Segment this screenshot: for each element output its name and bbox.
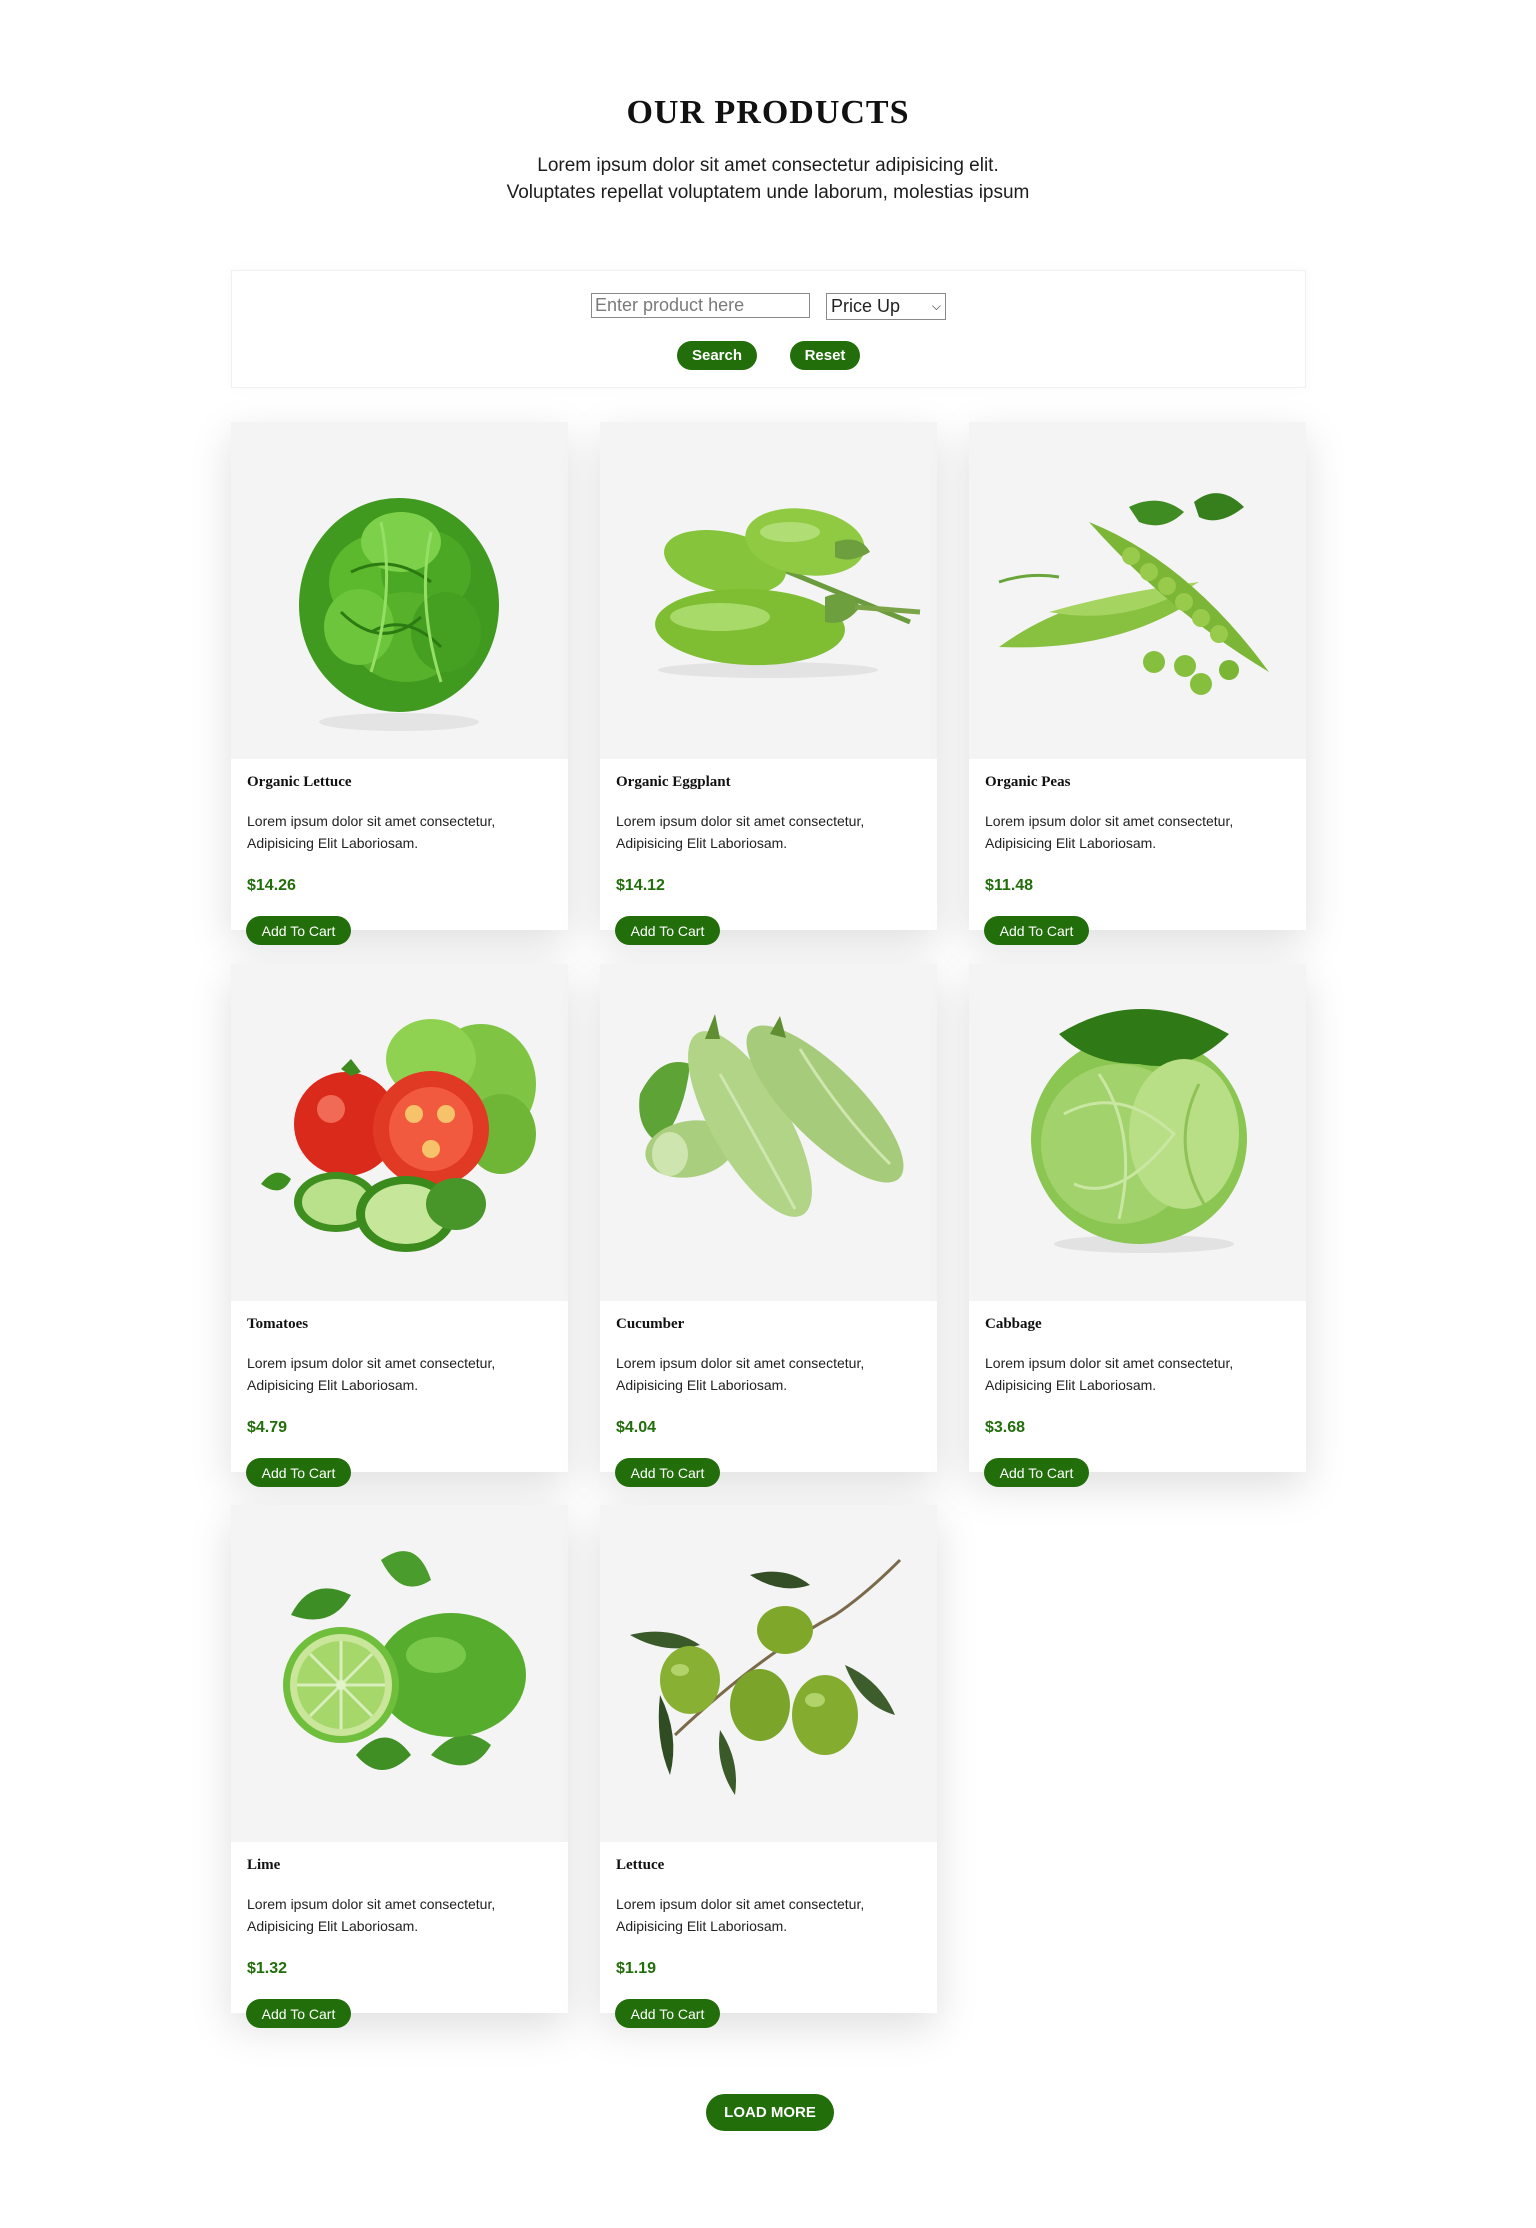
page-subtitle: Lorem ipsum dolor sit amet consectetur a… (0, 152, 1536, 206)
product-name: Cabbage (985, 1316, 1042, 1332)
product-card: Cabbage Lorem ipsum dolor sit amet conse… (969, 964, 1306, 1487)
description-line: Adipisicing Elit Laboriosam. (616, 1377, 788, 1393)
product-card: Organic Eggplant Lorem ipsum dolor sit a… (600, 422, 937, 945)
load-more-button[interactable]: LOAD MORE (706, 2094, 834, 2131)
product-description: Lorem ipsum dolor sit amet consectetur, … (616, 1352, 926, 1396)
product-image-cabbage (969, 964, 1306, 1301)
product-name: Lettuce (616, 1857, 665, 1873)
product-description: Lorem ipsum dolor sit amet consectetur, … (985, 1352, 1295, 1396)
product-description: Lorem ipsum dolor sit amet consectetur, … (985, 810, 1295, 854)
description-line: Lorem ipsum dolor sit amet consectetur, (247, 813, 496, 829)
product-price: $3.68 (985, 1419, 1026, 1436)
product-description: Lorem ipsum dolor sit amet consectetur, … (247, 810, 557, 854)
description-line: Lorem ipsum dolor sit amet consectetur, (616, 813, 865, 829)
description-line: Adipisicing Elit Laboriosam. (985, 835, 1157, 851)
product-card: Lettuce Lorem ipsum dolor sit amet conse… (600, 1505, 937, 2028)
description-line: Adipisicing Elit Laboriosam. (247, 1918, 419, 1934)
product-name: Tomatoes (247, 1316, 309, 1332)
description-line: Lorem ipsum dolor sit amet consectetur, (985, 1355, 1234, 1371)
product-price: $4.79 (247, 1419, 288, 1436)
description-line: Adipisicing Elit Laboriosam. (247, 1377, 419, 1393)
sort-selected-value: Price Up (831, 296, 901, 316)
product-price: $4.04 (616, 1419, 657, 1436)
filter-panel: Price Up ⌵ Search Reset (231, 270, 1306, 388)
product-name: Cucumber (616, 1316, 685, 1332)
product-card: Lime Lorem ipsum dolor sit amet consecte… (231, 1505, 568, 2028)
product-name: Organic Lettuce (247, 774, 352, 790)
description-line: Adipisicing Elit Laboriosam. (616, 835, 788, 851)
description-line: Lorem ipsum dolor sit amet consectetur, (247, 1896, 496, 1912)
add-to-cart-button[interactable]: Add To Cart (246, 1999, 351, 2028)
description-line: Adipisicing Elit Laboriosam. (616, 1918, 788, 1934)
product-image-lime (231, 1505, 568, 1842)
product-price: $1.19 (616, 1960, 657, 1977)
search-input[interactable] (591, 293, 810, 318)
description-line: Lorem ipsum dolor sit amet consectetur, (616, 1355, 865, 1371)
product-card: Organic Peas Lorem ipsum dolor sit amet … (969, 422, 1306, 945)
subtitle-line: Voluptates repellat voluptatem unde labo… (506, 182, 1030, 203)
page-header: OUR PRODUCTS Lorem ipsum dolor sit amet … (0, 94, 1536, 206)
product-price: $14.12 (616, 877, 665, 894)
product-name: Organic Eggplant (616, 774, 731, 790)
add-to-cart-button[interactable]: Add To Cart (984, 916, 1089, 945)
add-to-cart-button[interactable]: Add To Cart (615, 916, 720, 945)
product-description: Lorem ipsum dolor sit amet consectetur, … (247, 1352, 557, 1396)
product-name: Organic Peas (985, 774, 1071, 790)
page-title: OUR PRODUCTS (626, 94, 910, 131)
description-line: Lorem ipsum dolor sit amet consectetur, (247, 1355, 496, 1371)
product-image-green-eggplant (600, 422, 937, 759)
product-card: Tomatoes Lorem ipsum dolor sit amet cons… (231, 964, 568, 1487)
reset-button[interactable]: Reset (790, 341, 860, 370)
description-line: Adipisicing Elit Laboriosam. (247, 835, 419, 851)
subtitle-line: Lorem ipsum dolor sit amet consectetur a… (537, 155, 999, 176)
product-image-tomatoes-cucumber (231, 964, 568, 1301)
search-button[interactable]: Search (677, 341, 757, 370)
description-line: Adipisicing Elit Laboriosam. (985, 1377, 1157, 1393)
product-price: $11.48 (985, 877, 1034, 894)
add-to-cart-button[interactable]: Add To Cart (246, 916, 351, 945)
description-line: Lorem ipsum dolor sit amet consectetur, (985, 813, 1234, 829)
product-name: Lime (247, 1857, 281, 1873)
product-card: Cucumber Lorem ipsum dolor sit amet cons… (600, 964, 937, 1487)
description-line: Lorem ipsum dolor sit amet consectetur, (616, 1896, 865, 1912)
add-to-cart-button[interactable]: Add To Cart (984, 1458, 1089, 1487)
product-image-peas (969, 422, 1306, 759)
product-card: Organic Lettuce Lorem ipsum dolor sit am… (231, 422, 568, 945)
add-to-cart-button[interactable]: Add To Cart (246, 1458, 351, 1487)
product-description: Lorem ipsum dolor sit amet consectetur, … (616, 810, 926, 854)
product-image-olives (600, 1505, 937, 1842)
chevron-down-icon: ⌵ (931, 299, 941, 313)
product-image-lettuce (231, 422, 568, 759)
product-price: $1.32 (247, 1960, 288, 1977)
add-to-cart-button[interactable]: Add To Cart (615, 1458, 720, 1487)
product-price: $14.26 (247, 877, 296, 894)
product-description: Lorem ipsum dolor sit amet consectetur, … (616, 1893, 926, 1937)
sort-select[interactable]: Price Up ⌵ (826, 293, 946, 320)
add-to-cart-button[interactable]: Add To Cart (615, 1999, 720, 2028)
product-description: Lorem ipsum dolor sit amet consectetur, … (247, 1893, 557, 1937)
product-image-zucchini (600, 964, 937, 1301)
